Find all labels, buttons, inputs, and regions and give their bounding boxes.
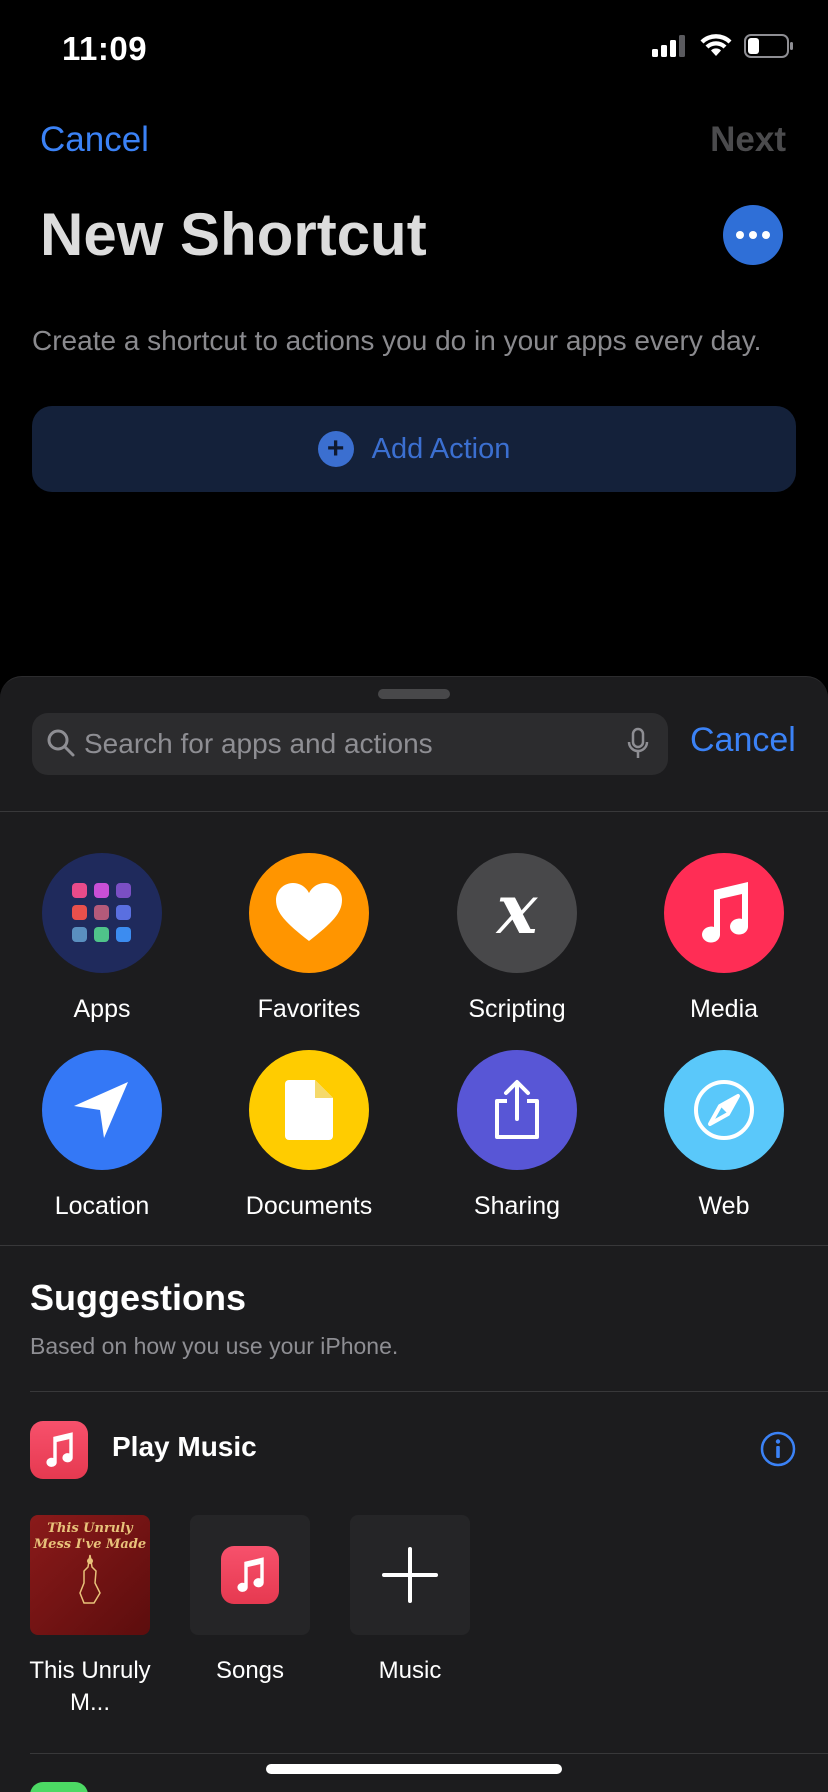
search-field[interactable] bbox=[32, 713, 668, 775]
apps-grid-icon bbox=[42, 853, 162, 973]
sheet-grabber[interactable] bbox=[378, 689, 450, 699]
suggestion-tile-album[interactable]: This Unruly Mess I've Made This Unruly M… bbox=[29, 1515, 151, 1719]
tile-label: Music bbox=[378, 1657, 442, 1684]
battery-icon bbox=[744, 34, 793, 58]
home-indicator[interactable] bbox=[266, 1764, 562, 1774]
add-action-button[interactable]: + Add Action bbox=[32, 406, 796, 492]
songs-tile-box bbox=[190, 1515, 310, 1635]
status-bar: 11:09 bbox=[0, 0, 828, 100]
album-art-text: This Unruly Mess I've Made bbox=[33, 1521, 147, 1552]
category-sharing[interactable]: Sharing bbox=[437, 1050, 597, 1221]
category-web[interactable]: Web bbox=[644, 1050, 804, 1221]
page-title: New Shortcut bbox=[40, 201, 427, 268]
divider bbox=[30, 1753, 828, 1754]
action-picker-sheet: Cancel Apps Favorites bbox=[0, 676, 828, 1792]
category-documents[interactable]: Documents bbox=[229, 1050, 389, 1221]
category-label: Media bbox=[689, 995, 759, 1023]
x-variable-icon: x bbox=[457, 853, 577, 973]
page-subtitle: Create a shortcut to actions you do in y… bbox=[32, 325, 762, 356]
search-input[interactable] bbox=[84, 713, 614, 775]
category-favorites[interactable]: Favorites bbox=[229, 853, 389, 1024]
plus-circle-icon: + bbox=[317, 431, 354, 467]
music-app-icon bbox=[30, 1421, 88, 1479]
category-apps[interactable]: Apps bbox=[22, 853, 182, 1024]
heart-icon bbox=[249, 853, 369, 973]
suggestion-tile-music[interactable]: Music bbox=[350, 1515, 470, 1687]
status-icons bbox=[652, 34, 794, 58]
category-label: Web bbox=[698, 1192, 750, 1220]
wifi-icon bbox=[700, 34, 732, 56]
sheet-cancel-button[interactable]: Cancel bbox=[690, 721, 796, 760]
next-suggestion-app-icon bbox=[30, 1782, 88, 1792]
category-label: Favorites bbox=[257, 995, 361, 1023]
category-label: Sharing bbox=[473, 1192, 561, 1220]
plus-icon bbox=[382, 1547, 438, 1603]
suggestion-app-name: Play Music bbox=[112, 1431, 257, 1462]
divider bbox=[0, 811, 828, 812]
category-label: Scripting bbox=[468, 995, 566, 1023]
more-options-button[interactable] bbox=[723, 205, 783, 265]
search-icon bbox=[47, 729, 75, 757]
location-arrow-icon bbox=[42, 1050, 162, 1170]
info-icon[interactable] bbox=[760, 1431, 796, 1467]
cancel-button[interactable]: Cancel bbox=[40, 120, 149, 160]
category-label: Location bbox=[54, 1192, 150, 1220]
share-icon bbox=[457, 1050, 577, 1170]
category-label: Documents bbox=[245, 1192, 373, 1220]
category-location[interactable]: Location bbox=[22, 1050, 182, 1221]
hand-illustration bbox=[79, 1554, 101, 1604]
category-label: Apps bbox=[73, 995, 131, 1023]
category-media[interactable]: Media bbox=[644, 853, 804, 1024]
compass-icon bbox=[664, 1050, 784, 1170]
music-note-icon bbox=[221, 1546, 279, 1604]
cellular-signal-icon bbox=[652, 35, 685, 57]
document-icon bbox=[249, 1050, 369, 1170]
tile-label: Songs bbox=[215, 1657, 285, 1684]
album-art: This Unruly Mess I've Made bbox=[30, 1515, 150, 1635]
ellipsis-icon bbox=[736, 231, 744, 239]
status-time: 11:09 bbox=[62, 30, 148, 67]
add-action-label: Add Action bbox=[371, 432, 511, 465]
suggestions-title: Suggestions bbox=[30, 1277, 247, 1318]
microphone-icon[interactable] bbox=[626, 727, 650, 761]
category-scripting[interactable]: x Scripting bbox=[437, 853, 597, 1024]
divider bbox=[0, 1245, 828, 1246]
suggestions-subtitle: Based on how you use your iPhone. bbox=[30, 1333, 399, 1359]
next-button[interactable]: Next bbox=[710, 120, 786, 160]
suggestion-tile-songs[interactable]: Songs bbox=[190, 1515, 310, 1687]
music-note-icon bbox=[664, 853, 784, 973]
divider bbox=[30, 1391, 828, 1392]
music-tile-box bbox=[350, 1515, 470, 1635]
tile-label: This Unruly M... bbox=[29, 1657, 151, 1716]
